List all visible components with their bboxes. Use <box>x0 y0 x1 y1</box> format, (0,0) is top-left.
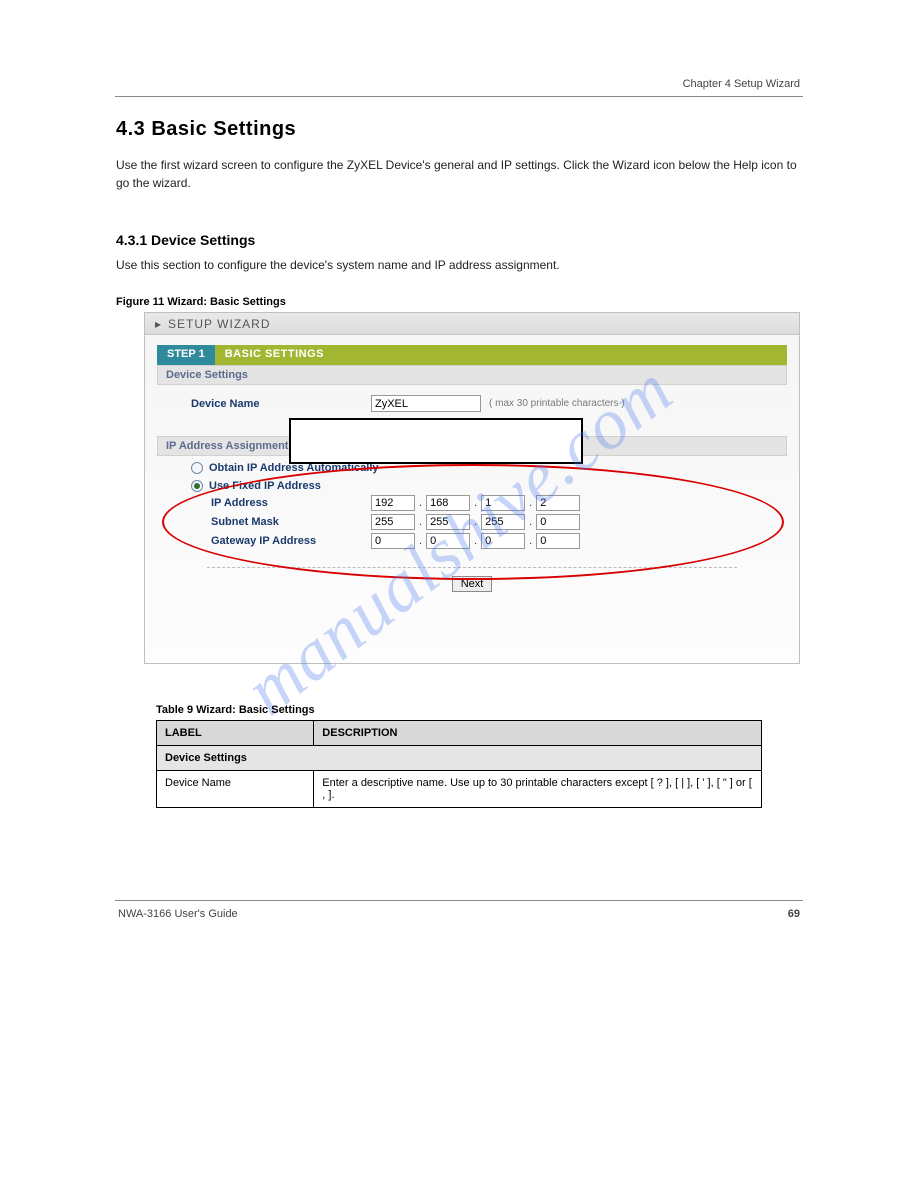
wizard-title-bar: ▸ SETUP WIZARD <box>145 313 799 335</box>
intro-paragraph: Use the first wizard screen to configure… <box>116 156 800 192</box>
gateway-octet-4[interactable] <box>536 533 580 549</box>
radio-obtain-auto[interactable] <box>191 462 203 474</box>
figure-caption: Figure 11 Wizard: Basic Settings <box>116 296 286 308</box>
settings-table: LABEL DESCRIPTION Device Settings Device… <box>156 720 762 808</box>
step-1-tab[interactable]: STEP 1 <box>157 345 215 365</box>
ip-octet-3[interactable] <box>481 495 525 511</box>
gateway-octet-1[interactable] <box>371 533 415 549</box>
device-name-input[interactable] <box>371 395 481 412</box>
ip-octet-1[interactable] <box>371 495 415 511</box>
section-title: 4.3 Basic Settings <box>116 118 296 141</box>
table-row-label: Device Name <box>157 771 314 808</box>
radio-obtain-auto-label: Obtain IP Address Automatically <box>209 462 379 474</box>
device-name-label: Device Name <box>191 398 371 410</box>
wizard-title: SETUP WIZARD <box>168 317 270 331</box>
table-section-row: Device Settings <box>157 746 762 771</box>
device-settings-header: Device Settings <box>157 365 787 385</box>
subnet-mask-label: Subnet Mask <box>211 516 371 528</box>
subsection-title: 4.3.1 Device Settings <box>116 232 255 248</box>
table-caption: Table 9 Wizard: Basic Settings <box>156 704 762 716</box>
ip-octet-4[interactable] <box>536 495 580 511</box>
divider <box>207 567 737 568</box>
device-name-hint: ( max 30 printable characters ) <box>489 398 625 409</box>
col-label: LABEL <box>157 721 314 746</box>
table-row-desc: Enter a descriptive name. Use up to 30 p… <box>314 771 762 808</box>
col-description: DESCRIPTION <box>314 721 762 746</box>
gateway-label: Gateway IP Address <box>211 535 371 547</box>
gateway-octet-3[interactable] <box>481 533 525 549</box>
radio-fixed-ip-label: Use Fixed IP Address <box>209 480 321 492</box>
subnet-octet-4[interactable] <box>536 514 580 530</box>
ip-assignment-header: IP Address Assignment <box>157 436 787 456</box>
page-number: 69 <box>788 908 800 920</box>
subnet-octet-1[interactable] <box>371 514 415 530</box>
next-button[interactable]: Next <box>452 576 493 592</box>
ip-address-label: IP Address <box>211 497 371 509</box>
arrow-icon: ▸ <box>155 317 162 331</box>
setup-wizard-panel: ▸ SETUP WIZARD STEP 1 BASIC SETTINGS Dev… <box>144 312 800 664</box>
subnet-octet-3[interactable] <box>481 514 525 530</box>
footer-guide-title: NWA-3166 User's Guide <box>118 908 238 920</box>
ip-octet-2[interactable] <box>426 495 470 511</box>
steps-bar: STEP 1 BASIC SETTINGS <box>157 345 787 365</box>
body-paragraph: Use this section to configure the device… <box>116 256 800 274</box>
header-chapter: Chapter 4 Setup Wizard <box>683 78 800 90</box>
step-basic-settings: BASIC SETTINGS <box>215 345 787 365</box>
subnet-octet-2[interactable] <box>426 514 470 530</box>
radio-fixed-ip[interactable] <box>191 480 203 492</box>
gateway-octet-2[interactable] <box>426 533 470 549</box>
